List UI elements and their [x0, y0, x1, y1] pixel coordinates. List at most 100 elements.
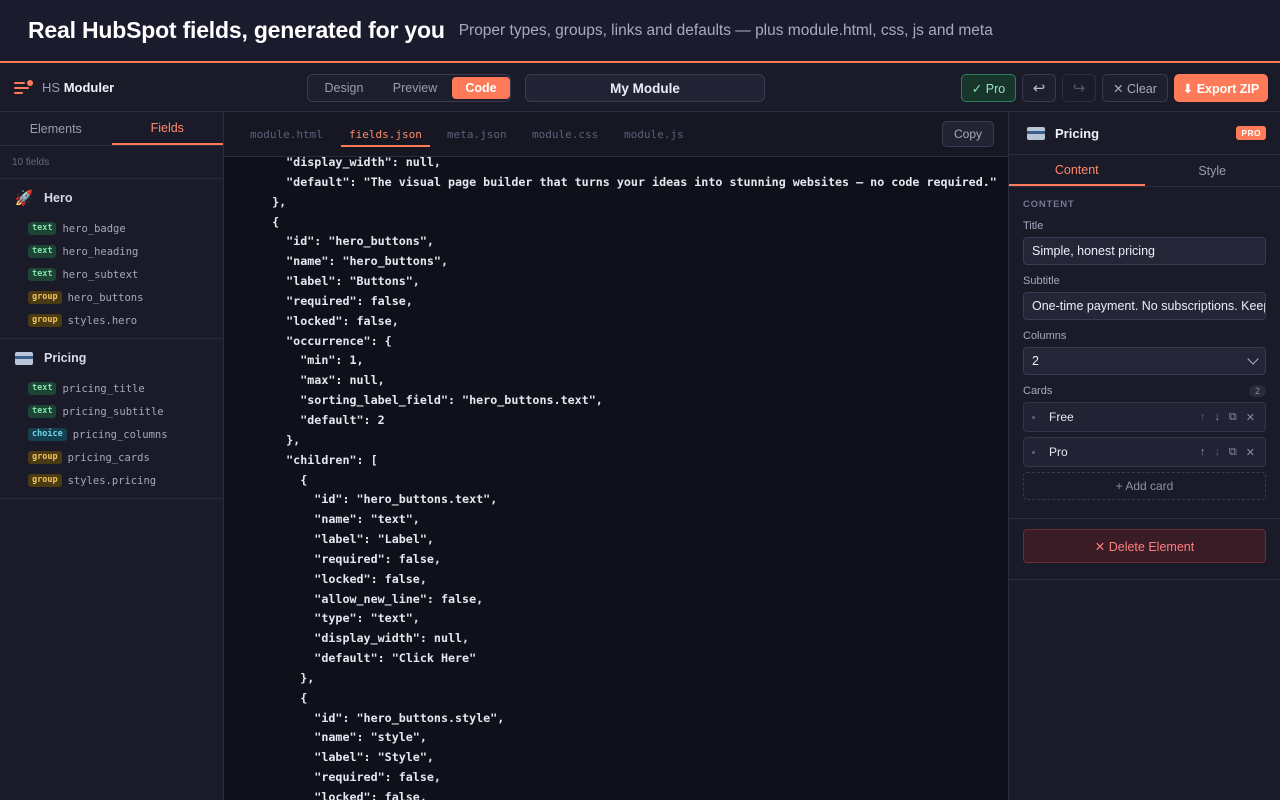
field-type-badge: group: [28, 474, 62, 487]
code-line: "id": "hero_buttons.text",: [258, 492, 498, 507]
pro-button[interactable]: ✓ Pro: [961, 74, 1016, 102]
card-actions: ↑ ↓ ⧉ ✕: [1200, 403, 1255, 431]
subtitle-input[interactable]: One-time payment. No subscriptions. Keep: [1023, 292, 1266, 320]
field-item[interactable]: text hero_heading: [0, 240, 223, 263]
code-line: {: [258, 472, 308, 487]
field-type-badge: choice: [28, 428, 67, 441]
move-down-icon[interactable]: ↓: [1214, 446, 1220, 458]
mode-design-button[interactable]: Design: [310, 77, 378, 99]
inspector-body: CONTENT Title Simple, honest pricing Sub…: [1009, 187, 1280, 580]
copy-button[interactable]: Copy: [942, 121, 994, 147]
field-name: pricing_cards: [67, 451, 150, 464]
redo-button[interactable]: ↪: [1062, 74, 1096, 102]
code-line: "required": false,: [258, 551, 441, 566]
field-item[interactable]: group styles.pricing: [0, 469, 223, 492]
inspector-panel: Pricing PRO Content Style CONTENT Title …: [1008, 112, 1280, 800]
add-card-button[interactable]: + Add card: [1023, 472, 1266, 500]
remove-icon[interactable]: ✕: [1246, 411, 1255, 424]
divider: [1009, 579, 1280, 580]
field-item[interactable]: text pricing_title: [0, 377, 223, 400]
code-line: "locked": false,: [258, 571, 427, 586]
field-item[interactable]: group pricing_cards: [0, 446, 223, 469]
drag-handle-icon[interactable]: [1032, 415, 1035, 419]
tab-fields-json[interactable]: fields.json: [341, 112, 430, 157]
brand-prefix: HS: [42, 80, 61, 95]
remove-icon[interactable]: ✕: [1246, 446, 1255, 459]
tab-module-css[interactable]: module.css: [532, 112, 598, 157]
field-item[interactable]: group hero_buttons: [0, 286, 223, 309]
code-editor[interactable]: "display_width": null, "default": "The v…: [224, 153, 1008, 800]
group-header[interactable]: Pricing: [0, 339, 223, 377]
clear-button[interactable]: ✕ Clear: [1102, 74, 1168, 102]
field-item[interactable]: text hero_subtext: [0, 263, 223, 286]
promo-banner: Real HubSpot fields, generated for you P…: [0, 0, 1280, 63]
brand-name: Moduler: [63, 80, 115, 95]
code-line: "label": "Label",: [258, 532, 434, 547]
move-up-icon[interactable]: ↑: [1200, 446, 1206, 458]
code-line: "id": "hero_buttons",: [258, 234, 434, 249]
rocket-icon: 🚀: [14, 190, 34, 207]
drag-handle-icon[interactable]: [1032, 450, 1035, 454]
field-item[interactable]: choice pricing_columns: [0, 423, 223, 446]
duplicate-icon[interactable]: ⧉: [1229, 411, 1237, 424]
card-item-free[interactable]: Free ↑ ↓ ⧉ ✕: [1023, 402, 1266, 432]
tab-elements[interactable]: Elements: [0, 112, 112, 145]
code-line: "required": false,: [258, 293, 413, 308]
move-up-icon[interactable]: ↑: [1200, 411, 1206, 423]
card-item-pro[interactable]: Pro ↑ ↓ ⧉ ✕: [1023, 437, 1266, 467]
file-tabs: module.html fields.json meta.json module…: [224, 112, 1008, 157]
view-mode-switch: Design Preview Code: [307, 74, 511, 102]
group-header[interactable]: 🚀 Hero: [0, 179, 223, 217]
brand-text: HS Moduler: [42, 80, 114, 95]
undo-button[interactable]: ↩: [1022, 74, 1056, 102]
title-input[interactable]: Simple, honest pricing: [1023, 237, 1266, 265]
code-line: "locked": false,: [258, 313, 399, 328]
columns-select[interactable]: 2: [1023, 347, 1266, 375]
group-name: Pricing: [44, 351, 87, 365]
field-type-badge: group: [28, 451, 62, 464]
field-item[interactable]: text pricing_subtitle: [0, 400, 223, 423]
tab-style[interactable]: Style: [1145, 155, 1280, 186]
field-type-badge: text: [28, 268, 57, 281]
tab-module-html[interactable]: module.html: [250, 112, 323, 157]
title-label: Title: [1023, 220, 1266, 232]
field-type-badge: text: [28, 245, 57, 258]
inspector-header: Pricing PRO: [1009, 112, 1280, 155]
duplicate-icon[interactable]: ⧉: [1229, 446, 1237, 459]
field-item[interactable]: group styles.hero: [0, 309, 223, 332]
menu-logo-icon: [14, 79, 33, 95]
tab-content[interactable]: Content: [1009, 155, 1145, 186]
code-line: {: [258, 690, 308, 705]
toolbar: HS Moduler Design Preview Code My Module…: [0, 63, 1280, 112]
title-label-text: Title: [1023, 220, 1044, 232]
code-line: "default": "The visual page builder that…: [258, 174, 997, 189]
delete-element-button[interactable]: ✕ Delete Element: [1023, 529, 1266, 563]
subtitle-label: Subtitle: [1023, 275, 1266, 287]
banner-subtitle: Proper types, groups, links and defaults…: [458, 21, 993, 39]
code-line: "min": 1,: [258, 353, 364, 368]
divider: [1009, 518, 1280, 519]
export-zip-button[interactable]: ⬇ Export ZIP: [1174, 74, 1268, 102]
code-line: "required": false,: [258, 770, 441, 785]
field-type-badge: text: [28, 382, 57, 395]
field-item[interactable]: text hero_badge: [0, 217, 223, 240]
tab-module-js[interactable]: module.js: [624, 112, 684, 157]
element-name: Pricing: [1055, 125, 1100, 141]
card-label: Free: [1049, 410, 1074, 424]
module-name-input[interactable]: My Module: [525, 74, 765, 102]
mode-preview-button[interactable]: Preview: [380, 77, 450, 99]
field-name: pricing_subtitle: [62, 405, 164, 418]
field-count: 10 fields: [0, 146, 223, 179]
mode-code-button[interactable]: Code: [452, 77, 510, 99]
move-down-icon[interactable]: ↓: [1214, 411, 1220, 423]
tab-meta-json[interactable]: meta.json: [447, 112, 507, 157]
code-line: "children": [: [258, 452, 378, 467]
code-line: "sorting_label_field": "hero_buttons.tex…: [258, 393, 603, 408]
sidebar-tabs: Elements Fields: [0, 112, 223, 146]
tab-fields[interactable]: Fields: [111, 112, 223, 145]
code-line: "occurrence": {: [258, 333, 392, 348]
cards-label-text: Cards: [1023, 385, 1053, 397]
code-line: "name": "hero_buttons",: [258, 254, 448, 269]
field-name: hero_heading: [62, 245, 139, 258]
field-name: styles.hero: [67, 314, 138, 327]
